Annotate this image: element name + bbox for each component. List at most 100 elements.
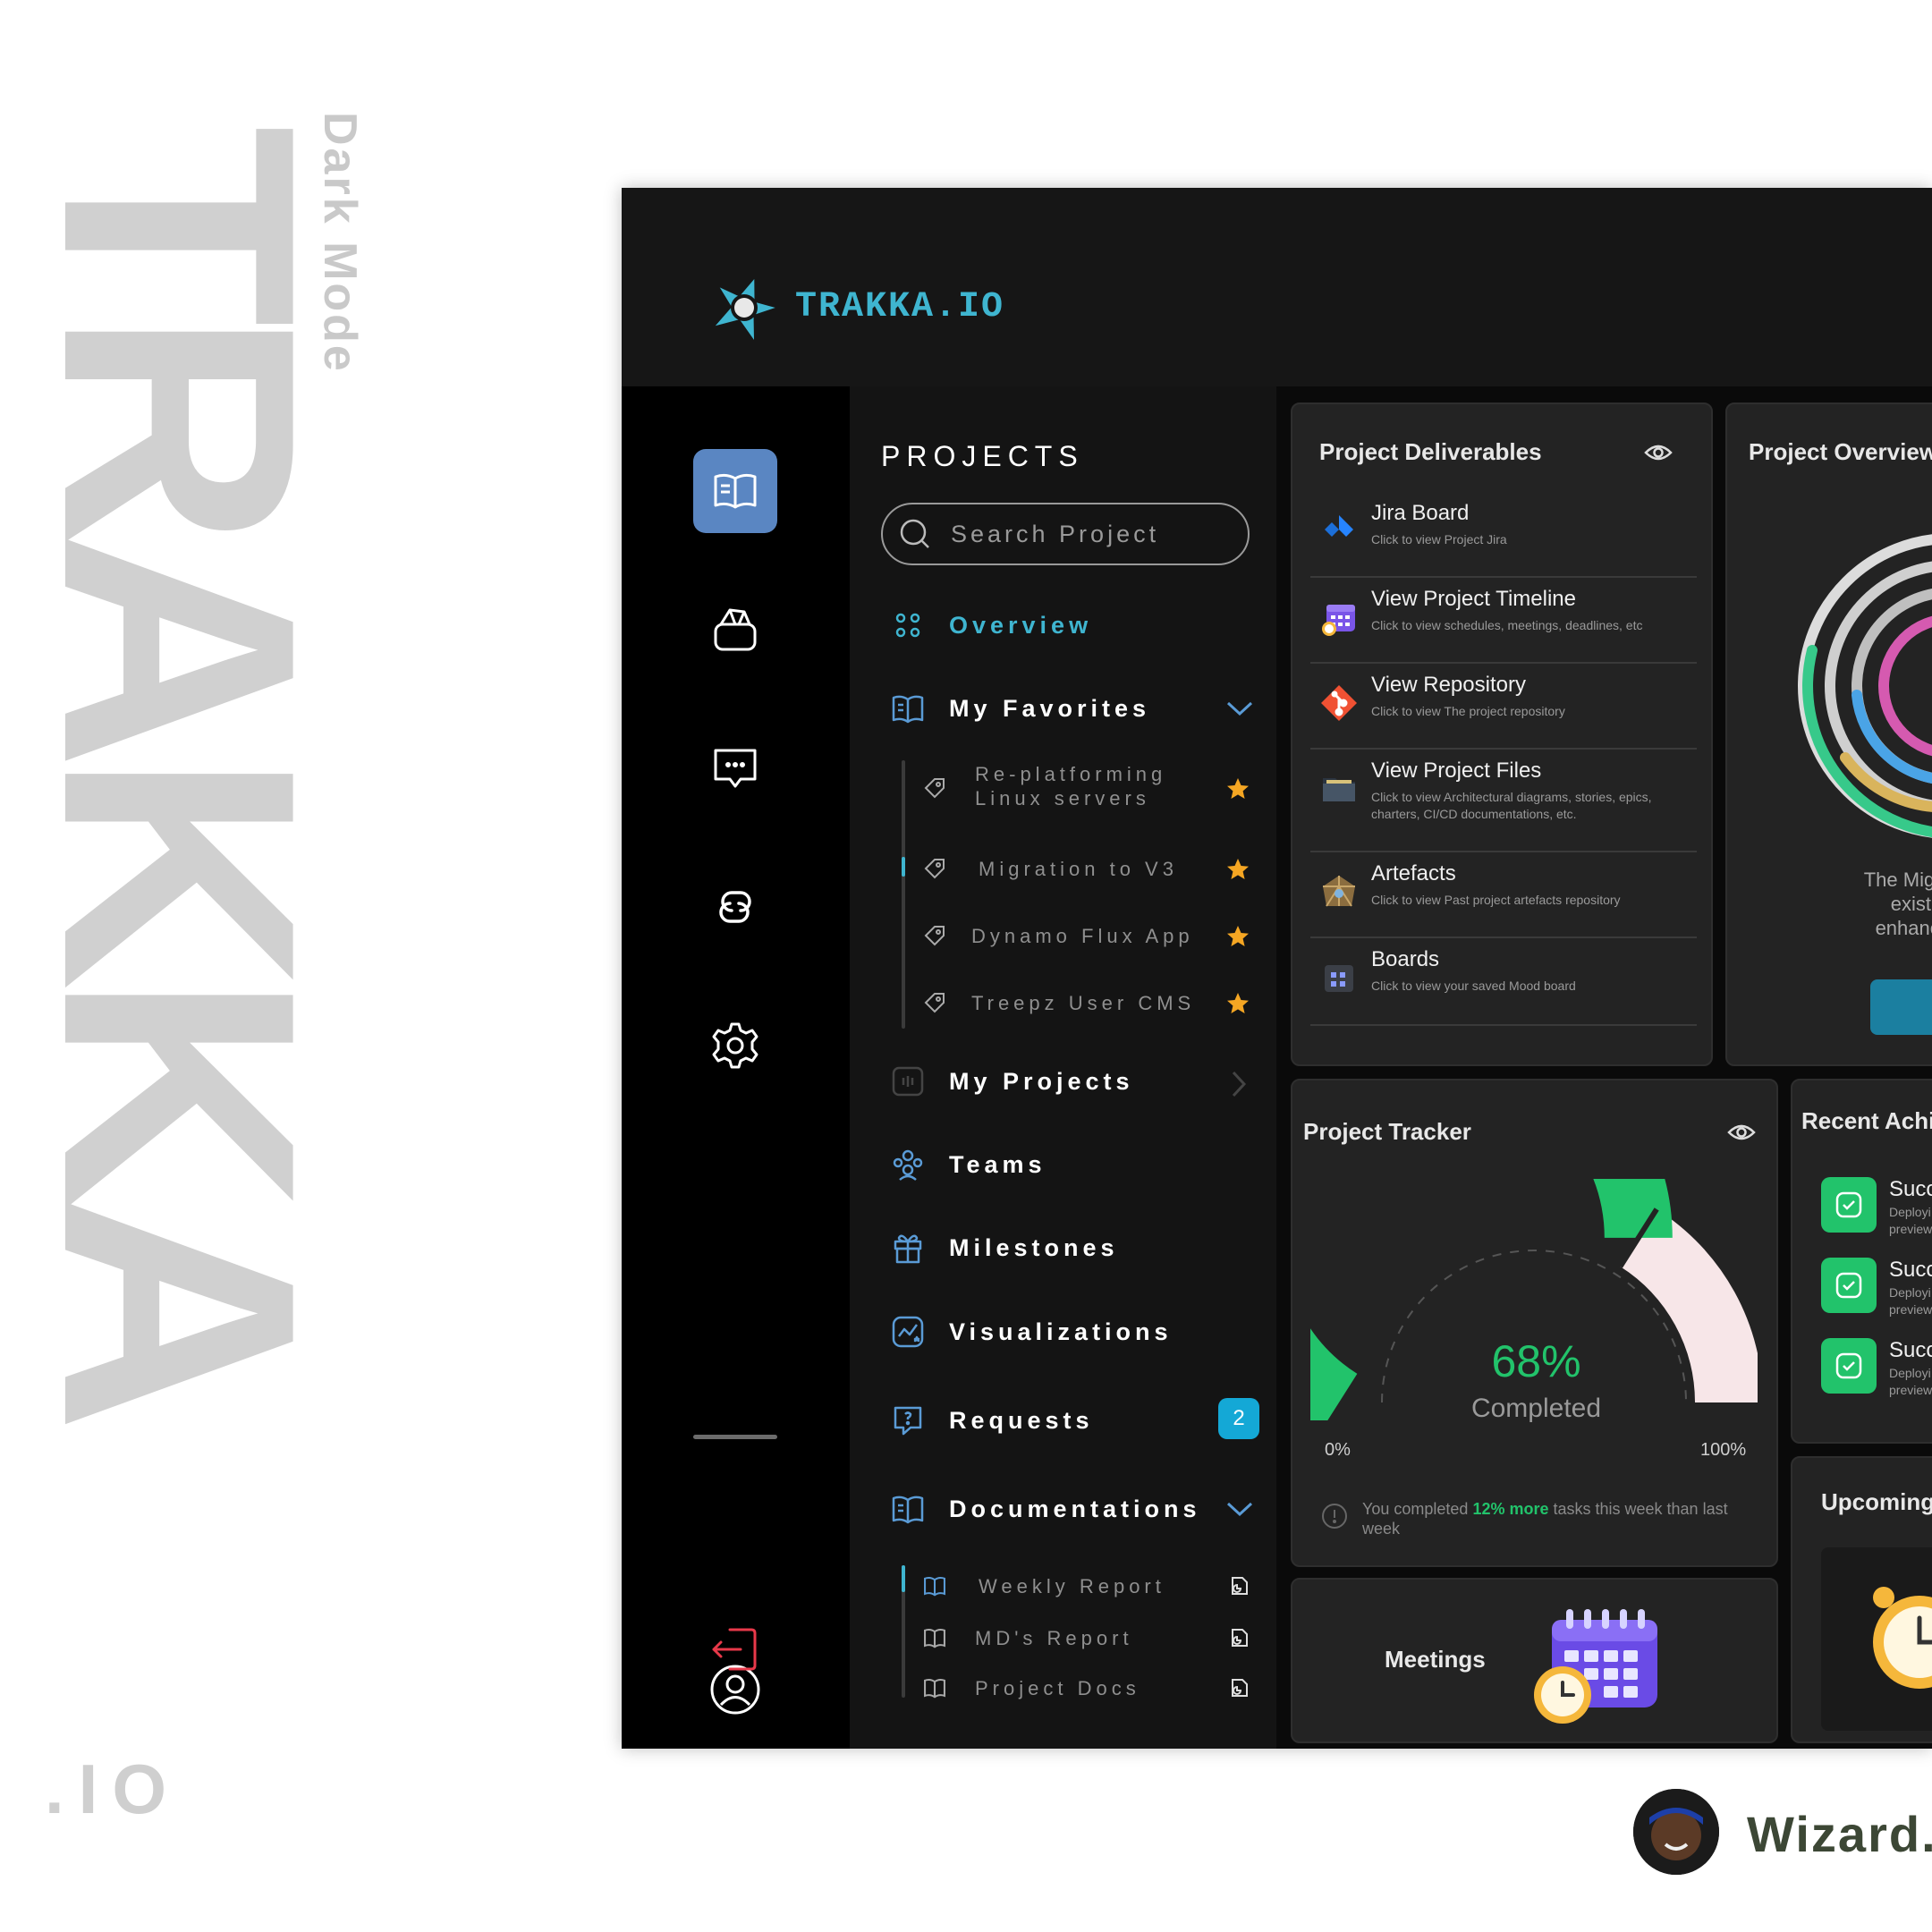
deliverables-title: Project Deliverables — [1319, 438, 1542, 465]
logo-icon — [715, 278, 775, 340]
book-icon — [892, 695, 924, 724]
meetings-title: Meetings — [1385, 1646, 1486, 1673]
info-icon — [1322, 1504, 1347, 1529]
deliverables-card: Project Deliverables Jira Board Click to… — [1291, 402, 1713, 1066]
rail-divider — [693, 1435, 777, 1439]
chevron-right-icon[interactable] — [1230, 1070, 1248, 1098]
doc-item[interactable]: Weekly Report — [850, 1569, 1276, 1605]
nav-favorites[interactable]: My Favorites — [890, 691, 1150, 726]
nav-teams-label: Teams — [949, 1150, 1046, 1178]
dark-mode-label: Dark Mode — [314, 112, 366, 374]
git-icon — [1321, 685, 1357, 721]
overview-desc-line: existing — [1890, 893, 1932, 915]
favorite-item-label: Migration to V3 — [979, 858, 1178, 880]
deliverable-title: View Project Files — [1371, 758, 1542, 783]
eye-icon[interactable] — [1727, 1120, 1756, 1145]
nav-overview[interactable]: Overview — [890, 607, 1092, 643]
star-icon[interactable] — [1225, 857, 1250, 882]
nav-documentations[interactable]: Documentations — [890, 1491, 1201, 1527]
deliverable-title: Boards — [1371, 947, 1440, 971]
deliverable-jira[interactable]: Jira Board Click to view Project Jira — [1310, 492, 1697, 578]
chart-pie-icon[interactable] — [1227, 1676, 1250, 1699]
overview-rings-chart — [1798, 534, 1932, 838]
deliverable-files[interactable]: View Project Files Click to view Archite… — [1310, 750, 1697, 852]
rail-settings-button[interactable] — [693, 1004, 777, 1088]
logo[interactable]: TRAKKA.IO — [711, 274, 1004, 340]
chart-pie-icon[interactable] — [1227, 1626, 1250, 1649]
chevron-down-icon[interactable] — [1225, 1500, 1254, 1518]
rail-link-button[interactable] — [693, 865, 777, 949]
panel-title: PROJECTS — [881, 440, 1084, 472]
rail-cube-button[interactable] — [693, 588, 777, 672]
deliverable-title: Jira Board — [1371, 501, 1470, 525]
recent-achievements-card: Recent Achievements Succ Deployipreview … — [1791, 1079, 1932, 1444]
footer-name: Wizard.f — [1747, 1806, 1932, 1862]
avatar[interactable] — [1633, 1789, 1719, 1875]
overview-action-button[interactable] — [1870, 979, 1932, 1035]
eye-icon[interactable] — [1644, 440, 1673, 465]
chat-icon — [714, 749, 757, 788]
logout-icon — [712, 1628, 757, 1671]
meetings-card[interactable]: Meetings — [1291, 1578, 1778, 1743]
star-icon[interactable] — [1225, 991, 1250, 1016]
star-icon[interactable] — [1225, 776, 1250, 801]
tracker-note: You completed 12% more tasks this week t… — [1362, 1499, 1756, 1538]
nav-milestones[interactable]: Milestones — [890, 1230, 1119, 1266]
gear-icon — [712, 1022, 758, 1069]
projects-icon — [892, 1066, 924, 1097]
doc-item[interactable]: MD's Report — [850, 1621, 1276, 1657]
requests-count-badge: 2 — [1218, 1398, 1259, 1439]
grid-icon — [895, 613, 920, 638]
favorite-item[interactable]: Dynamo Flux App — [850, 919, 1276, 954]
favorite-item-label: Re-platforming Linux servers — [975, 763, 1167, 809]
achievement-title: Succ — [1889, 1258, 1932, 1282]
book-icon — [924, 1628, 945, 1648]
doc-item[interactable]: Project Docs — [850, 1671, 1276, 1707]
upcoming-preview[interactable] — [1821, 1547, 1932, 1731]
favorite-item[interactable]: Migration to V3 — [850, 852, 1276, 887]
doc-item-label: Weekly Report — [979, 1575, 1165, 1597]
favorite-item[interactable]: Re-platforming Linux servers — [850, 762, 1276, 816]
deliverable-boards[interactable]: Boards Click to view your saved Mood boa… — [1310, 938, 1697, 1026]
board-icon — [1325, 965, 1353, 992]
tracker-note-highlight: 12% more — [1472, 1500, 1549, 1518]
nav-requests[interactable]: Requests — [890, 1402, 1094, 1438]
star-icon[interactable] — [1225, 924, 1250, 949]
project-overview-card: Project Overview The Migration existing … — [1725, 402, 1932, 1066]
tracker-completed-label: Completed — [1470, 1394, 1602, 1423]
deliverable-repository[interactable]: View Repository Click to view The projec… — [1310, 664, 1697, 750]
achievement-subtitle: Deployi preview — [1889, 1366, 1932, 1397]
check-icon — [1835, 1272, 1862, 1299]
nav-favorites-label: My Favorites — [949, 694, 1151, 722]
achievement-subtitle: Deployi preview — [1889, 1205, 1932, 1236]
deliverable-subtitle: Click to view Past project artefacts rep… — [1371, 893, 1621, 907]
book-icon — [714, 473, 757, 509]
doc-item-label: MD's Report — [975, 1627, 1133, 1649]
rail-logout-button[interactable] — [693, 1607, 777, 1691]
project-overview-title: Project Overview — [1749, 438, 1932, 465]
deliverable-timeline[interactable]: View Project Timeline Click to view sche… — [1310, 578, 1697, 664]
nav-requests-label: Requests — [949, 1406, 1094, 1434]
chart-pie-icon[interactable] — [1227, 1574, 1250, 1597]
tag-icon — [924, 859, 945, 879]
chevron-down-icon[interactable] — [1225, 699, 1254, 717]
tag-icon — [924, 926, 945, 946]
tracker-min-label: 0% — [1325, 1440, 1351, 1460]
deliverable-title: View Project Timeline — [1371, 587, 1576, 611]
nav-my-projects[interactable]: My Projects — [890, 1063, 1134, 1099]
nav-milestones-label: Milestones — [949, 1233, 1119, 1261]
upcoming-card: Upcoming — [1791, 1456, 1932, 1743]
rail-chat-button[interactable] — [693, 726, 777, 810]
favorite-item[interactable]: Treepz User CMS — [850, 986, 1276, 1021]
rail-projects-button[interactable] — [693, 449, 777, 533]
calendar-icon — [1322, 605, 1355, 636]
search-icon — [900, 519, 929, 548]
gift-icon — [894, 1234, 922, 1264]
overview-desc-line: The Migration — [1863, 869, 1932, 891]
deliverable-subtitle: Click to view Architectural diagrams, st… — [1371, 790, 1652, 821]
deliverable-artefacts[interactable]: Artefacts Click to view Past project art… — [1310, 852, 1697, 938]
overview-desc-line: enhanced f — [1875, 917, 1932, 939]
search-input[interactable] — [951, 520, 1210, 548]
nav-teams[interactable]: Teams — [890, 1147, 1046, 1182]
nav-visualizations[interactable]: Visualizations — [890, 1314, 1173, 1350]
